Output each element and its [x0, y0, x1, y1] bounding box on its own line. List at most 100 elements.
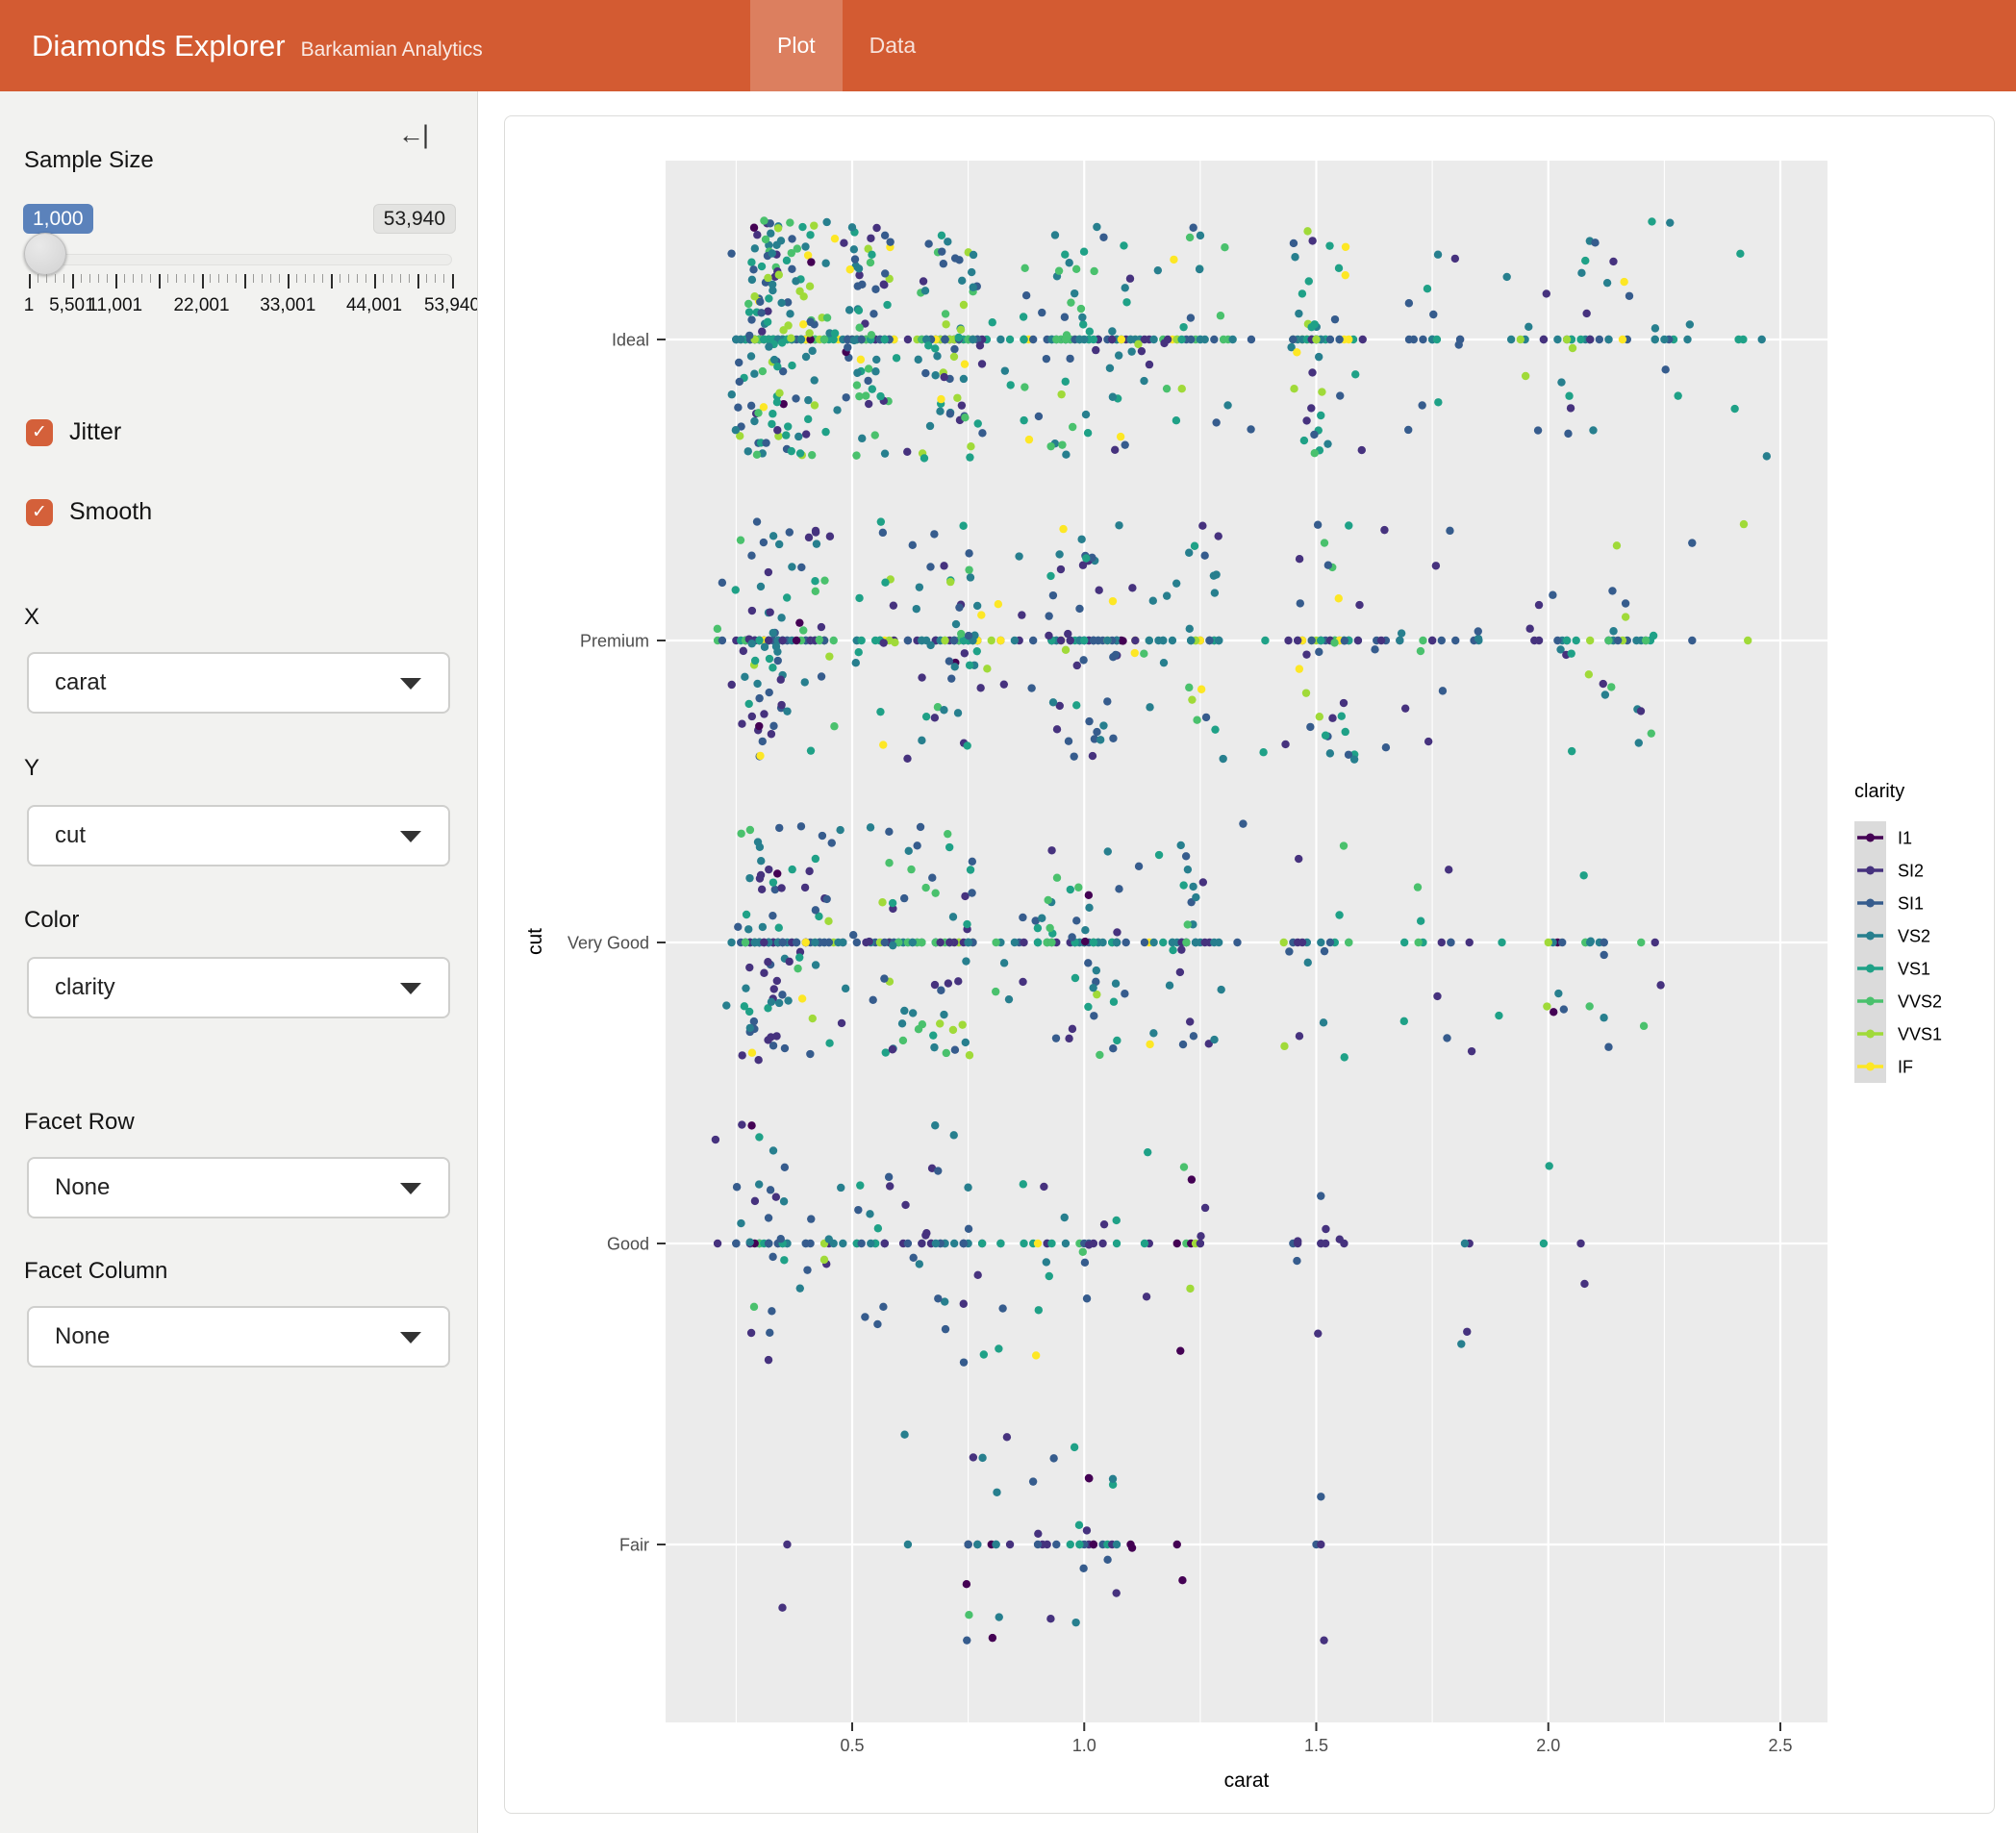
facet-column-select-value: None	[55, 1323, 110, 1350]
chevron-down-icon	[400, 983, 421, 994]
slider-minor-tick	[227, 274, 228, 283]
chevron-down-icon	[400, 1183, 421, 1194]
x-select-label: X	[24, 604, 39, 631]
slider-minor-tick	[426, 274, 427, 283]
slider-minor-tick	[296, 274, 297, 283]
slider-grid: 15,50111,00122,00133,00144,00153,940	[29, 274, 452, 322]
legend-title: clarity	[1854, 781, 1904, 802]
svg-text:Premium: Premium	[580, 631, 649, 650]
slider-major-tick	[452, 274, 454, 289]
slider-minor-tick	[314, 274, 315, 283]
slider-minor-tick	[409, 274, 410, 283]
slider-minor-tick	[107, 274, 108, 283]
slider-minor-tick	[210, 274, 211, 283]
slider-grid-label: 33,001	[260, 295, 315, 316]
slider-minor-tick	[193, 274, 194, 283]
svg-text:Ideal: Ideal	[612, 330, 649, 349]
chevron-down-icon	[400, 678, 421, 690]
svg-text:Fair: Fair	[619, 1535, 649, 1554]
sample-size-slider-handle[interactable]	[24, 233, 66, 275]
slider-minor-tick	[357, 274, 358, 283]
slider-grid-label: 11,001	[88, 295, 142, 316]
slider-major-tick	[374, 274, 376, 289]
smooth-checkbox[interactable]: ✓	[26, 499, 53, 526]
plot-card: IdealPremiumVery GoodGoodFair0.51.01.52.…	[504, 115, 1995, 1814]
slider-minor-tick	[98, 274, 99, 283]
svg-text:1.0: 1.0	[1072, 1736, 1096, 1755]
diamonds-explorer-app: Diamonds Explorer Barkamian Analytics Pl…	[0, 0, 2016, 1833]
chevron-down-icon	[400, 831, 421, 842]
chevron-down-icon	[400, 1332, 421, 1343]
slider-major-tick	[72, 274, 74, 289]
jitter-checkbox-label: Jitter	[69, 418, 121, 446]
y-axis-title: cut	[524, 928, 546, 955]
slider-max-badge: 53,940	[373, 204, 456, 234]
slider-minor-tick	[218, 274, 219, 283]
slider-minor-tick	[279, 274, 280, 283]
app-subtitle: Barkamian Analytics	[301, 38, 483, 62]
color-select-value: clarity	[55, 974, 115, 1001]
legend-label: I1	[1898, 828, 1912, 847]
legend-label: VS2	[1898, 926, 1930, 945]
facet-column-select[interactable]: None	[27, 1306, 450, 1368]
sidebar: ←| Sample Size 1,000 53,940 15,50111,001…	[0, 91, 478, 1833]
diamonds-scatter-plot: IdealPremiumVery GoodGoodFair0.51.01.52.…	[505, 116, 1994, 1813]
slider-minor-tick	[63, 274, 64, 283]
slider-minor-tick	[124, 274, 125, 283]
slider-minor-tick	[253, 274, 254, 283]
slider-grid-label: 1	[24, 295, 35, 316]
slider-grid-label: 22,001	[173, 295, 229, 316]
slider-major-tick	[417, 274, 419, 289]
svg-text:Good: Good	[607, 1234, 649, 1253]
slider-minor-tick	[391, 274, 392, 283]
x-select-value: carat	[55, 669, 106, 696]
slider-minor-tick	[435, 274, 436, 283]
slider-major-tick	[202, 274, 204, 289]
slider-minor-tick	[141, 274, 142, 283]
svg-text:1.5: 1.5	[1304, 1736, 1328, 1755]
svg-text:2.5: 2.5	[1768, 1736, 1792, 1755]
legend-label: VVS1	[1898, 1024, 1942, 1043]
smooth-checkbox-row[interactable]: ✓ Smooth	[26, 498, 152, 526]
slider-minor-tick	[46, 274, 47, 283]
brand: Diamonds Explorer Barkamian Analytics	[32, 0, 483, 91]
legend-label: VVS2	[1898, 992, 1942, 1011]
y-select[interactable]: cut	[27, 805, 450, 866]
slider-major-tick	[159, 274, 161, 289]
smooth-checkbox-label: Smooth	[69, 498, 152, 526]
sample-size-slider-track[interactable]	[29, 254, 452, 265]
slider-minor-tick	[81, 274, 82, 283]
legend-label: VS1	[1898, 959, 1930, 978]
slider-minor-tick	[150, 274, 151, 283]
svg-text:Very Good: Very Good	[567, 933, 649, 952]
collapse-sidebar-icon[interactable]: ←|	[398, 120, 427, 150]
slider-minor-tick	[262, 274, 263, 283]
y-select-label: Y	[24, 755, 39, 782]
slider-minor-tick	[185, 274, 186, 283]
slider-major-tick	[288, 274, 290, 289]
jitter-checkbox-row[interactable]: ✓ Jitter	[26, 418, 121, 446]
slider-minor-tick	[270, 274, 271, 283]
slider-minor-tick	[55, 274, 56, 283]
legend-label: IF	[1898, 1057, 1913, 1076]
main-content: IdealPremiumVery GoodGoodFair0.51.01.52.…	[479, 91, 2016, 1833]
slider-minor-tick	[383, 274, 384, 283]
slider-minor-tick	[176, 274, 177, 283]
facet-row-select[interactable]: None	[27, 1157, 450, 1218]
slider-minor-tick	[443, 274, 444, 283]
app-title: Diamonds Explorer	[32, 0, 286, 91]
slider-minor-tick	[236, 274, 237, 283]
slider-minor-tick	[89, 274, 90, 283]
facet-column-select-label: Facet Column	[24, 1258, 167, 1285]
color-select[interactable]: clarity	[27, 957, 450, 1018]
slider-major-tick	[29, 274, 31, 289]
slider-minor-tick	[365, 274, 366, 283]
tab-plot[interactable]: Plot	[750, 0, 843, 91]
slider-minor-tick	[305, 274, 306, 283]
x-select[interactable]: carat	[27, 652, 450, 714]
slider-grid-label: 53,940	[424, 295, 478, 316]
slider-minor-tick	[167, 274, 168, 283]
jitter-checkbox[interactable]: ✓	[26, 419, 53, 446]
tab-data[interactable]: Data	[843, 0, 944, 91]
facet-row-select-value: None	[55, 1174, 110, 1201]
